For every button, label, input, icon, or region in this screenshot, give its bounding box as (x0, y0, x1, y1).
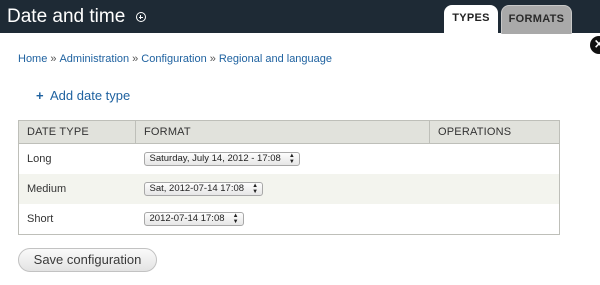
breadcrumb-configuration[interactable]: Configuration (141, 53, 206, 65)
add-shortcut-icon[interactable] (136, 12, 146, 22)
tab-formats[interactable]: FORMATS (501, 5, 572, 34)
table-row: Medium Sat, 2012-07-14 17:08 ▲ ▼ (18, 174, 560, 204)
format-select-value: 2012-07-14 17:08 (149, 213, 225, 224)
date-type-cell: Short (27, 213, 54, 225)
date-type-cell: Long (27, 153, 52, 165)
tab-types[interactable]: TYPES (444, 5, 498, 34)
format-cell: Saturday, July 14, 2012 - 17:08 ▲ ▼ (136, 144, 430, 175)
format-select[interactable]: Saturday, July 14, 2012 - 17:08 ▲ ▼ (143, 152, 300, 166)
operations-cell (430, 144, 560, 175)
breadcrumb-separator: » (50, 53, 57, 65)
column-header-operations: OPERATIONS (429, 120, 560, 144)
add-date-type-link[interactable]: + Add date type (36, 88, 130, 103)
page-title: Date and time (7, 6, 126, 27)
operations-cell (429, 174, 560, 204)
format-select-value: Sat, 2012-07-14 17:08 (149, 183, 245, 194)
breadcrumb-regional-language[interactable]: Regional and language (219, 53, 332, 65)
select-arrows-icon: ▲ ▼ (232, 213, 239, 225)
breadcrumb-home[interactable]: Home (18, 53, 47, 65)
breadcrumb: Home» Administration» Configuration» Region… (18, 53, 332, 65)
operations-cell (430, 204, 560, 235)
save-configuration-button[interactable]: Save configuration (18, 248, 157, 272)
format-select[interactable]: 2012-07-14 17:08 ▲ ▼ (143, 212, 244, 226)
date-types-table: DATE TYPE FORMAT OPERATIONS Long Saturda… (18, 120, 560, 235)
format-select-value: Saturday, July 14, 2012 - 17:08 (149, 153, 281, 164)
plus-icon: + (36, 88, 44, 103)
column-header-format: FORMAT (135, 120, 430, 144)
breadcrumb-separator: » (132, 53, 139, 65)
format-cell: 2012-07-14 17:08 ▲ ▼ (136, 204, 430, 235)
select-arrows-icon: ▲ ▼ (288, 153, 295, 165)
table-row: Long Saturday, July 14, 2012 - 17:08 ▲ ▼ (19, 144, 560, 175)
breadcrumb-separator: » (209, 53, 216, 65)
breadcrumb-administration[interactable]: Administration (59, 53, 129, 65)
add-date-type-label: Add date type (50, 88, 131, 103)
select-arrows-icon: ▲ ▼ (252, 183, 259, 195)
table-row: Short 2012-07-14 17:08 ▲ ▼ (19, 204, 560, 235)
format-select[interactable]: Sat, 2012-07-14 17:08 ▲ ▼ (143, 182, 264, 196)
table-header-row: DATE TYPE FORMAT OPERATIONS (18, 120, 560, 144)
close-icon[interactable]: × (590, 36, 600, 54)
toolbar-header: Date and time TYPES FORMATS (0, 0, 600, 34)
date-type-cell: Medium (18, 174, 136, 204)
format-cell: Sat, 2012-07-14 17:08 ▲ ▼ (135, 174, 430, 204)
column-header-date-type: DATE TYPE (18, 120, 136, 144)
